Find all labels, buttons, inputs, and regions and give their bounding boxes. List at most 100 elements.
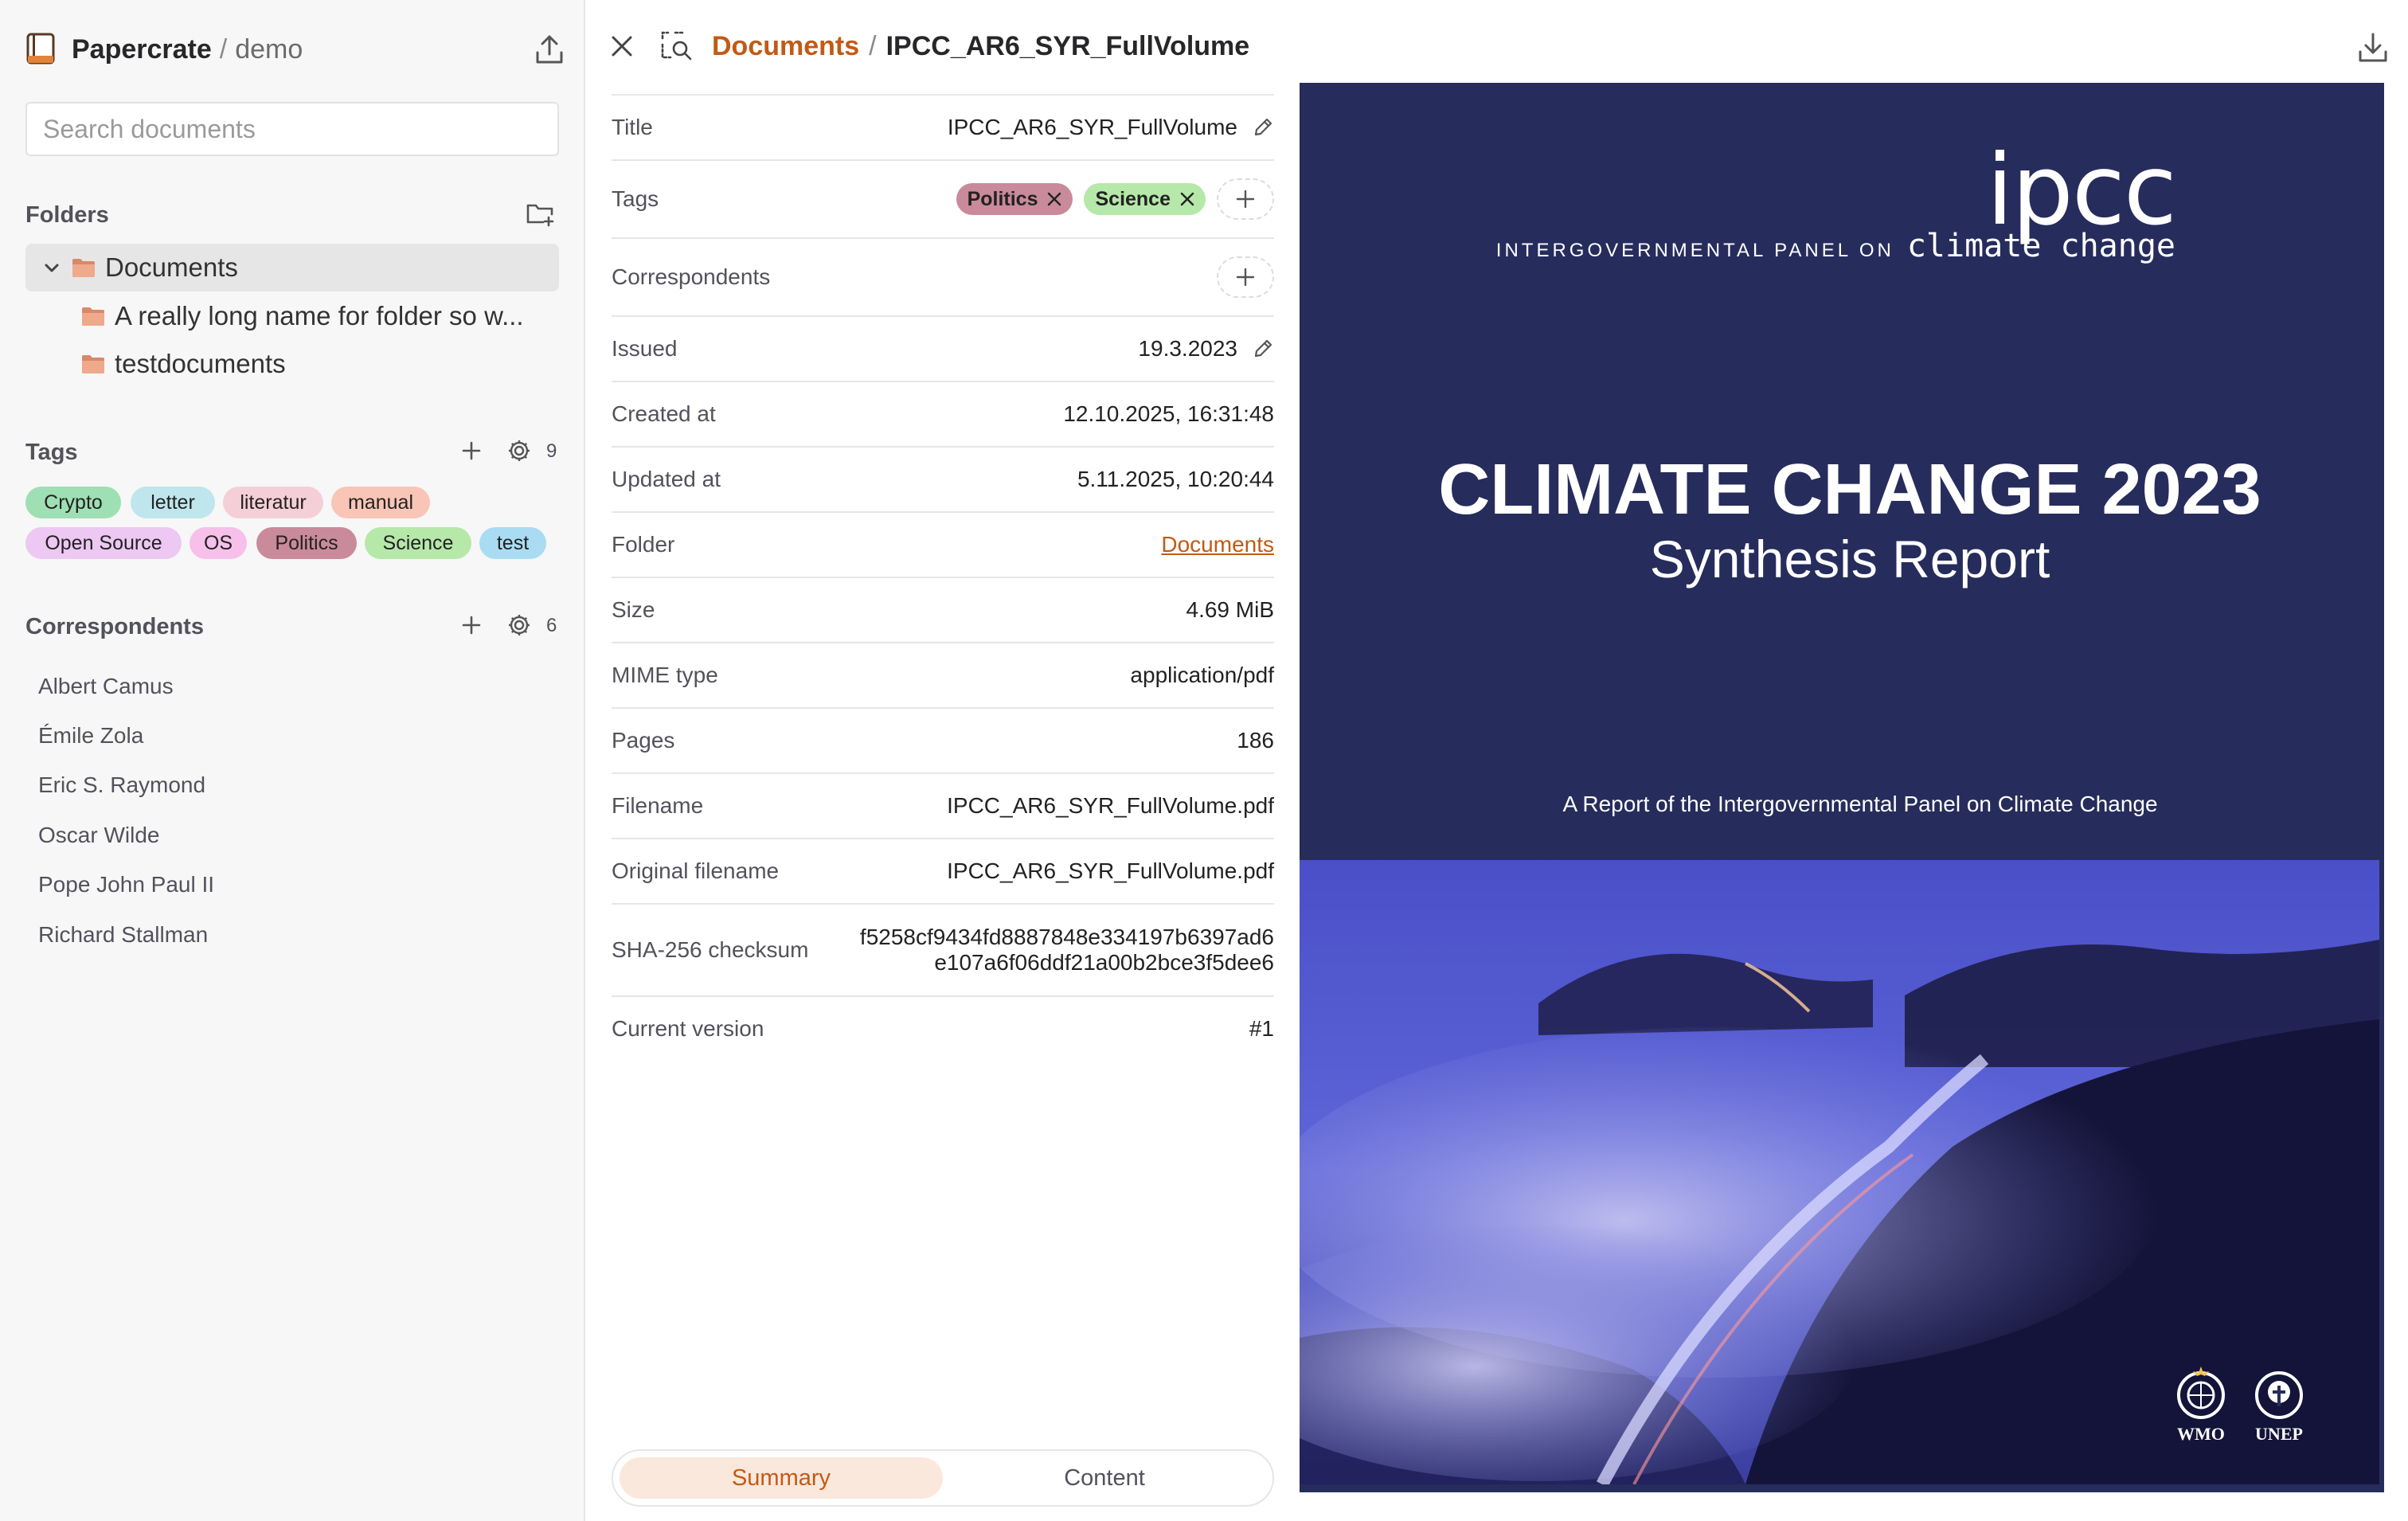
- folder-icon: [82, 307, 104, 326]
- tab-summary[interactable]: Summary: [620, 1457, 943, 1499]
- tag-test[interactable]: test: [479, 527, 546, 559]
- meta-value-pages: 186: [1237, 728, 1274, 753]
- breadcrumb-current: IPCC_AR6_SYR_FullVolume: [885, 30, 1250, 61]
- meta-row-checksum: SHA-256 checksum f5258cf9434fd8887848e33…: [612, 903, 1274, 995]
- correspondent-item[interactable]: Oscar Wilde: [38, 823, 159, 848]
- folder-label: Documents: [105, 252, 238, 282]
- tag-science[interactable]: Science: [365, 527, 471, 559]
- correspondent-item[interactable]: Richard Stallman: [38, 922, 208, 948]
- tag-label: OS: [203, 531, 233, 554]
- folders-title: Folders: [25, 202, 109, 228]
- chevron-down-icon[interactable]: [41, 257, 62, 278]
- ipcc-logo-subtitle: INTERGOVERNMENTAL PANEL ON climate chang…: [1496, 228, 2175, 264]
- unep-logo: UNEP: [2246, 1365, 2312, 1445]
- meta-key: Created at: [612, 401, 716, 426]
- remove-tag-icon[interactable]: [1179, 190, 1196, 208]
- tag-open-source[interactable]: Open Source: [25, 527, 182, 559]
- tag-label: literatur: [240, 491, 307, 514]
- plus-icon: [1236, 268, 1255, 287]
- sidebar: Papercrate / demo Folders Documents A re…: [0, 0, 585, 1521]
- tag-politics[interactable]: Politics: [256, 527, 357, 559]
- tag-os[interactable]: OS: [190, 527, 247, 559]
- meta-key: Correspondents: [612, 264, 771, 289]
- tab-content[interactable]: Content: [943, 1457, 1266, 1499]
- tag-literatur[interactable]: literatur: [223, 487, 323, 518]
- meta-key: Current version: [612, 1016, 764, 1041]
- checksum-line: f5258cf9434fd8887848e334197b6397ad6: [859, 925, 1274, 949]
- meta-key: Original filename: [612, 858, 780, 883]
- add-tag-button[interactable]: [1217, 178, 1274, 220]
- pencil-icon[interactable]: [1252, 338, 1274, 360]
- download-icon[interactable]: [2355, 30, 2390, 65]
- app-separator: /: [219, 33, 228, 65]
- meta-key: Issued: [612, 336, 678, 361]
- close-icon[interactable]: [608, 32, 636, 61]
- meta-row-original-filename: Original filename IPCC_AR6_SYR_FullVolum…: [612, 838, 1274, 903]
- correspondent-item[interactable]: Albert Camus: [38, 674, 174, 699]
- app-header: Papercrate / demo: [25, 29, 567, 70]
- meta-key: SHA-256 checksum: [612, 937, 809, 962]
- folder-item-documents[interactable]: Documents: [25, 244, 559, 291]
- folder-icon: [82, 355, 104, 373]
- pencil-icon[interactable]: [1252, 116, 1274, 139]
- plus-icon: [1236, 190, 1255, 209]
- ipcc-subtitle-a: INTERGOVERNMENTAL PANEL ON: [1495, 240, 1894, 261]
- find-in-document-icon[interactable]: [659, 29, 694, 64]
- correspondent-item[interactable]: Eric S. Raymond: [38, 772, 205, 798]
- meta-value-filename: IPCC_AR6_SYR_FullVolume.pdf: [947, 793, 1274, 818]
- folder-label: A really long name for folder so w...: [115, 301, 524, 330]
- correspondent-item[interactable]: Pope John Paul II: [38, 872, 214, 897]
- tag-count: 9: [546, 440, 557, 462]
- tag-chip-science[interactable]: Science: [1084, 183, 1206, 215]
- meta-key: Title: [612, 115, 653, 139]
- wmo-emblem-icon: [2177, 1367, 2225, 1419]
- meta-value-created: 12.10.2025, 16:31:48: [1063, 401, 1274, 426]
- gear-icon[interactable]: [506, 612, 532, 638]
- correspondent-count: 6: [546, 615, 557, 636]
- meta-key: Size: [612, 597, 655, 622]
- folder-item-testdocuments[interactable]: testdocuments: [81, 346, 286, 382]
- document-preview[interactable]: ipcc INTERGOVERNMENTAL PANEL ON climate …: [1300, 83, 2384, 1492]
- meta-row-created: Created at 12.10.2025, 16:31:48: [612, 381, 1274, 446]
- add-correspondent-icon[interactable]: [459, 612, 484, 638]
- new-folder-icon[interactable]: [526, 199, 554, 228]
- correspondent-item[interactable]: Émile Zola: [38, 723, 143, 749]
- meta-value-mime: application/pdf: [1130, 663, 1274, 687]
- meta-row-version: Current version #1: [612, 995, 1274, 1061]
- tag-label: Science: [382, 531, 454, 554]
- folder-label: testdocuments: [115, 349, 286, 378]
- tag-label: manual: [348, 491, 413, 514]
- workspace-name[interactable]: demo: [235, 34, 303, 65]
- wmo-label: WMO: [2177, 1424, 2225, 1444]
- remove-tag-icon[interactable]: [1046, 190, 1063, 208]
- book-icon: [26, 33, 55, 65]
- tag-manual[interactable]: manual: [331, 487, 430, 518]
- tag-crypto[interactable]: Crypto: [25, 487, 121, 518]
- correspondents-title: Correspondents: [25, 614, 204, 639]
- upload-icon[interactable]: [532, 32, 567, 67]
- wmo-logo: WMO: [2168, 1365, 2234, 1445]
- meta-key: Folder: [612, 532, 675, 557]
- title-value: IPCC_AR6_SYR_FullVolume: [947, 115, 1237, 139]
- tag-chip-politics[interactable]: Politics: [956, 183, 1073, 215]
- meta-value-checksum: f5258cf9434fd8887848e334197b6397ad6 e107…: [860, 925, 1274, 976]
- meta-row-tags: Tags Politics Science: [612, 159, 1274, 237]
- folder-link[interactable]: Documents: [1161, 532, 1274, 557]
- tag-label: letter: [150, 491, 195, 514]
- add-tag-icon[interactable]: [459, 438, 484, 463]
- detail-tabs: Summary Content: [612, 1449, 1274, 1507]
- gear-icon[interactable]: [506, 438, 532, 463]
- folder-item-long-name[interactable]: A really long name for folder so w...: [81, 298, 551, 334]
- tag-label: Politics: [275, 531, 338, 554]
- meta-key: Filename: [612, 793, 704, 818]
- tag-label: Open Source: [45, 531, 162, 554]
- search-input[interactable]: [25, 102, 559, 156]
- breadcrumb-root-link[interactable]: Documents: [712, 31, 859, 62]
- app-name: Papercrate: [72, 33, 212, 65]
- tag-letter[interactable]: letter: [131, 487, 215, 518]
- cover-title: CLIMATE CHANGE 2023: [1438, 450, 2261, 530]
- meta-value-title: IPCC_AR6_SYR_FullVolume: [948, 115, 1274, 140]
- checksum-line: e107a6f06ddf21a00b2bce3f5dee6: [934, 950, 1274, 975]
- meta-row-correspondents: Correspondents: [612, 237, 1274, 315]
- add-correspondent-button[interactable]: [1217, 256, 1274, 298]
